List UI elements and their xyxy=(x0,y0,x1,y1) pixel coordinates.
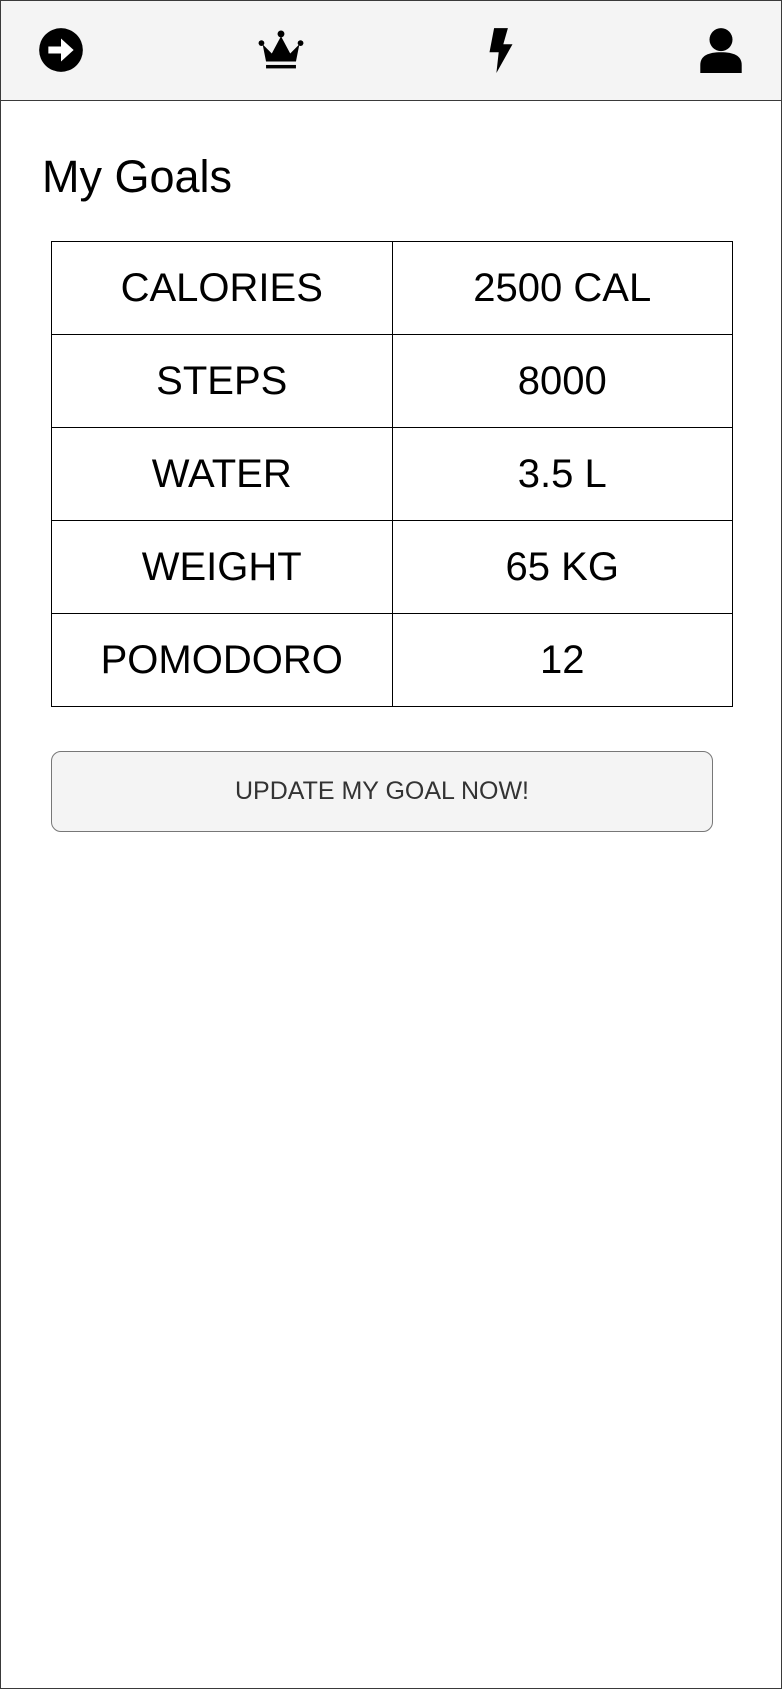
update-goal-button[interactable]: UPDATE MY GOAL NOW! xyxy=(51,751,713,832)
goal-value: 65 KG xyxy=(391,520,733,614)
top-nav-bar xyxy=(1,1,781,101)
user-icon[interactable] xyxy=(698,27,744,73)
goal-label: WATER xyxy=(51,427,393,521)
page-title: My Goals xyxy=(42,151,233,202)
goal-value: 8000 xyxy=(391,334,733,428)
table-row: STEPS 8000 xyxy=(51,334,733,428)
goal-value: 3.5 L xyxy=(391,427,733,521)
crown-icon[interactable] xyxy=(258,27,304,73)
goal-label: POMODORO xyxy=(51,613,393,707)
table-row: POMODORO 12 xyxy=(51,613,733,707)
arrow-right-circle-icon[interactable] xyxy=(38,27,84,73)
lightning-bolt-icon[interactable] xyxy=(478,27,524,73)
goal-value: 12 xyxy=(391,613,733,707)
table-row: WEIGHT 65 KG xyxy=(51,520,733,614)
table-row: CALORIES 2500 CAL xyxy=(51,241,733,335)
goal-label: STEPS xyxy=(51,334,393,428)
goals-table: CALORIES 2500 CAL STEPS 8000 WATER 3.5 L… xyxy=(51,241,733,707)
table-row: WATER 3.5 L xyxy=(51,427,733,521)
goal-label: WEIGHT xyxy=(51,520,393,614)
goal-value: 2500 CAL xyxy=(391,241,733,335)
app-frame: My Goals CALORIES 2500 CAL STEPS 8000 WA… xyxy=(0,0,782,1689)
goal-label: CALORIES xyxy=(51,241,393,335)
